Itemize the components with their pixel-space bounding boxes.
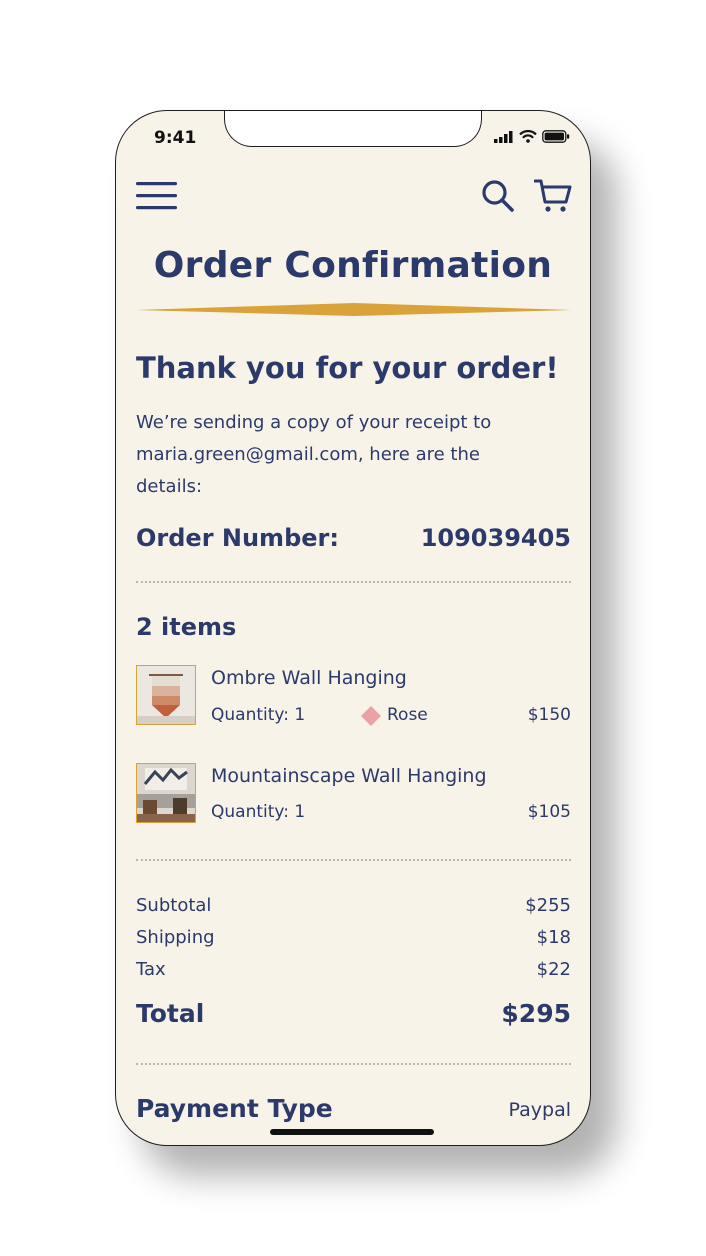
- title-divider: [136, 303, 572, 316]
- order-number-value: 109039405: [420, 524, 571, 552]
- item-color: Rose: [387, 705, 428, 725]
- tax-value: $22: [536, 959, 571, 980]
- phone-frame: 9:41 Order Confirmation Thank you for yo…: [115, 110, 591, 1146]
- divider: [136, 1063, 571, 1065]
- payment-type-label: Payment Type: [136, 1094, 333, 1123]
- phone-notch: [224, 111, 482, 147]
- item-price: $105: [527, 802, 571, 822]
- mountainscape-wall-hanging-image: [137, 764, 195, 822]
- ombre-wall-hanging-image: [137, 666, 195, 724]
- receipt-message-line: details:: [136, 476, 203, 497]
- hamburger-icon[interactable]: [136, 181, 178, 211]
- total-label: Total: [136, 999, 205, 1028]
- status-time: 9:41: [154, 128, 197, 148]
- cart-icon[interactable]: [534, 178, 572, 214]
- receipt-message-line: maria.green@gmail.com, here are the: [136, 444, 480, 465]
- items-count: 2 items: [136, 613, 237, 641]
- divider: [136, 581, 571, 583]
- home-indicator[interactable]: [270, 1129, 434, 1135]
- payment-type-value: Paypal: [508, 1099, 571, 1121]
- shipping-label: Shipping: [136, 927, 215, 948]
- receipt-message: We’re sending a copy of your receipt to …: [136, 407, 576, 503]
- thank-you-heading: Thank you for your order!: [136, 351, 559, 385]
- item-quantity: Quantity: 1: [211, 705, 306, 725]
- item-price: $150: [527, 705, 571, 725]
- item-quantity: Quantity: 1: [211, 802, 306, 822]
- color-swatch-icon: [361, 706, 381, 726]
- signal-icon: [494, 130, 513, 143]
- subtotal-value: $255: [525, 895, 571, 916]
- search-icon[interactable]: [481, 179, 515, 213]
- subtotal-label: Subtotal: [136, 895, 212, 916]
- battery-icon: [542, 130, 570, 143]
- tax-label: Tax: [136, 959, 166, 980]
- shipping-value: $18: [536, 927, 571, 948]
- receipt-message-line: We’re sending a copy of your receipt to: [136, 412, 492, 433]
- item-name: Mountainscape Wall Hanging: [211, 765, 487, 787]
- total-value: $295: [501, 999, 571, 1028]
- item-name: Ombre Wall Hanging: [211, 667, 407, 689]
- order-number-label: Order Number:: [136, 524, 339, 552]
- page-title: Order Confirmation: [153, 245, 553, 286]
- wifi-icon: [519, 130, 537, 143]
- divider: [136, 859, 571, 861]
- item-thumbnail[interactable]: [136, 763, 196, 823]
- status-icons: [494, 130, 570, 143]
- item-thumbnail[interactable]: [136, 665, 196, 725]
